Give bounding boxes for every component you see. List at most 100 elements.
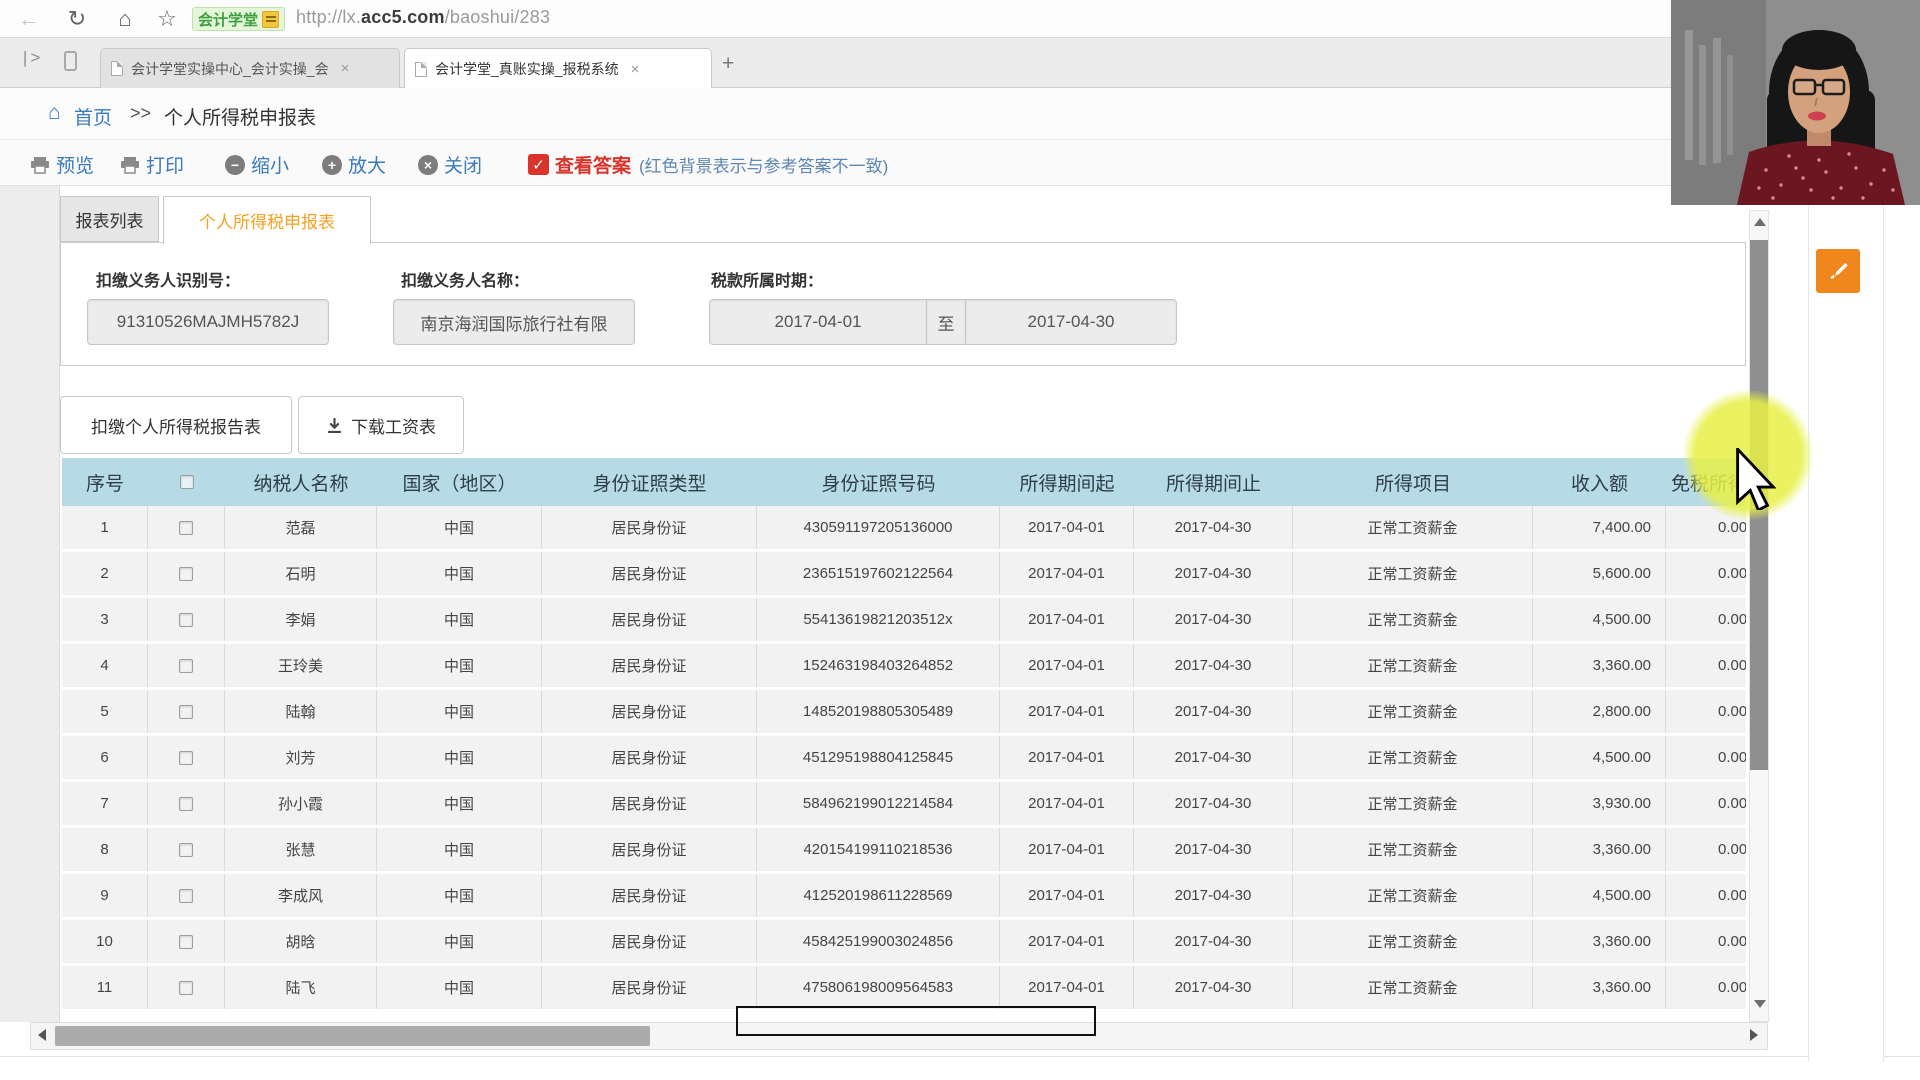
table-row: 10 胡晗 中国 居民身份证 458425199003024856 2017-04-01 2… [62,920,1746,966]
cell-item: 正常工资薪金 [1293,644,1533,687]
back-icon[interactable]: ← [14,6,44,32]
browser-tab-strip: |> 会计学堂实操中心_会计实操_会 × 会计学堂_真账实操_报税系统 × + [0,38,1920,89]
header-cell-income: 收入额 [1570,473,1628,495]
horizontal-scrollbar-thumb[interactable] [55,1026,650,1046]
table-row: 6 刘芳 中国 居民身份证 451295198804125845 2017-04-01 20… [62,736,1746,782]
cell-id_type: 居民身份证 [542,552,757,595]
row-checkbox[interactable] [179,934,193,949]
cell-income: 7,400.00 [1533,506,1666,549]
browser-tab-2[interactable]: 会计学堂_真账实操_报税系统 × [404,48,712,89]
preview-button[interactable]: 预览 [30,151,94,178]
header-cell-name: 纳税人名称 [253,473,349,495]
cell-end: 2017-04-30 [1134,874,1293,917]
row-checkbox[interactable] [179,566,193,581]
cell-name: 陆飞 [225,966,377,1009]
browser-tab-1[interactable]: 会计学堂实操中心_会计实操_会 × [100,48,400,88]
scroll-down-icon[interactable] [1754,1000,1766,1008]
cell-end: 2017-04-30 [1134,598,1293,641]
cell-start: 2017-04-01 [1000,874,1134,917]
refresh-icon[interactable]: ↻ [62,6,92,32]
cell-name: 石明 [225,552,377,595]
cell-name: 李娟 [225,598,377,641]
taxpayer-id-field[interactable]: 91310526MAJMH5782J [87,299,329,345]
scroll-up-icon[interactable] [1754,218,1766,226]
tab-close-icon[interactable]: × [341,60,350,77]
tab-personal-income-tax[interactable]: 个人所得税申报表 [163,196,371,244]
cell-name: 刘芳 [225,736,377,779]
site-badge[interactable]: 会计学堂 [192,7,286,31]
cell-item: 正常工资薪金 [1293,690,1533,733]
cell-name: 李成风 [225,874,377,917]
cell-select [148,920,225,963]
print-button[interactable]: 打印 [120,151,184,178]
printer-icon [121,156,139,174]
period-end-field[interactable]: 2017-04-30 [965,299,1177,345]
brush-tool-button[interactable] [1816,249,1860,293]
cell-country: 中国 [377,644,542,687]
new-tab-button[interactable]: + [722,52,734,76]
cell-id_type: 居民身份证 [542,690,757,733]
cell-id_type: 居民身份证 [542,736,757,779]
cell-country: 中国 [377,920,542,963]
cell-item: 正常工资薪金 [1293,782,1533,825]
breadcrumb: ⌂ 首页 >> 个人所得税申报表 [0,88,1920,140]
cell-exempt: 0.00 [1666,644,1746,687]
withholding-report-button[interactable]: 扣缴个人所得税报告表 [60,396,292,454]
tab-report-list[interactable]: 报表列表 [60,196,159,242]
period-start-field[interactable]: 2017-04-01 [709,299,927,345]
row-checkbox[interactable] [179,750,193,765]
cell-income: 3,930.00 [1533,782,1666,825]
row-checkbox[interactable] [179,704,193,719]
cell-income: 4,500.00 [1533,874,1666,917]
cell-id_type: 居民身份证 [542,782,757,825]
select-all-checkbox[interactable] [179,475,194,489]
row-checkbox[interactable] [179,980,193,995]
taxpayer-name-field[interactable]: 南京海润国际旅行社有限 [393,299,635,345]
scroll-right-icon[interactable] [1750,1029,1758,1041]
certificate-icon [262,10,280,28]
breadcrumb-home-link[interactable]: 首页 [74,103,112,130]
cell-id_no: 420154199110218536 [757,828,1000,871]
page-icon [415,61,427,77]
cell-id_type: 居民身份证 [542,828,757,871]
page-icon [111,61,123,76]
view-answer-button[interactable]: ✓ 查看答案 (红色背景表示与参考答案不一致) [528,151,888,178]
cell-id_no: 584962199012214584 [757,782,1000,825]
address-url[interactable]: http://lx.acc5.com/baoshui/283 [296,7,550,28]
close-button[interactable]: × 关闭 [418,151,482,178]
home-icon[interactable]: ⌂ [48,101,61,125]
period-to-separator: 至 [926,299,966,345]
cell-id_no: 475806198009564583 [757,966,1000,1009]
home-icon[interactable]: ⌂ [110,6,140,32]
cell-id_no: 152463198403264852 [757,644,1000,687]
browser-tab-2-title: 会计学堂_真账实操_报税系统 [435,61,619,77]
cell-no: 3 [62,598,148,641]
sidebar-toggle-icon[interactable]: |> [20,50,40,69]
site-badge-label: 会计学堂 [198,11,259,29]
row-checkbox[interactable] [179,612,193,627]
cell-no: 1 [62,506,148,549]
zoom-out-button[interactable]: − 缩小 [225,151,289,178]
row-checkbox[interactable] [179,888,193,903]
bookmark-star-icon[interactable]: ☆ [152,6,182,32]
row-checkbox[interactable] [179,658,193,673]
scroll-left-icon[interactable] [38,1029,46,1041]
cell-item: 正常工资薪金 [1293,598,1533,641]
cell-exempt: 0.00 [1666,874,1746,917]
cell-end: 2017-04-30 [1134,690,1293,733]
download-salary-button[interactable]: 下载工资表 [298,396,464,454]
printer-icon [31,156,49,174]
cell-select [148,782,225,825]
minus-circle-icon: − [225,154,245,175]
row-checkbox[interactable] [179,520,193,535]
browser-tab-1-title: 会计学堂实操中心_会计实操_会 [131,60,329,77]
zoom-in-button[interactable]: + 放大 [322,151,386,178]
cell-start: 2017-04-01 [1000,690,1134,733]
row-checkbox[interactable] [179,796,193,811]
tab-close-icon[interactable]: × [631,61,640,78]
device-icon[interactable] [64,51,77,71]
cell-income: 4,500.00 [1533,598,1666,641]
cell-income: 3,360.00 [1533,966,1666,1009]
row-checkbox[interactable] [179,842,193,857]
cell-no: 8 [62,828,148,871]
